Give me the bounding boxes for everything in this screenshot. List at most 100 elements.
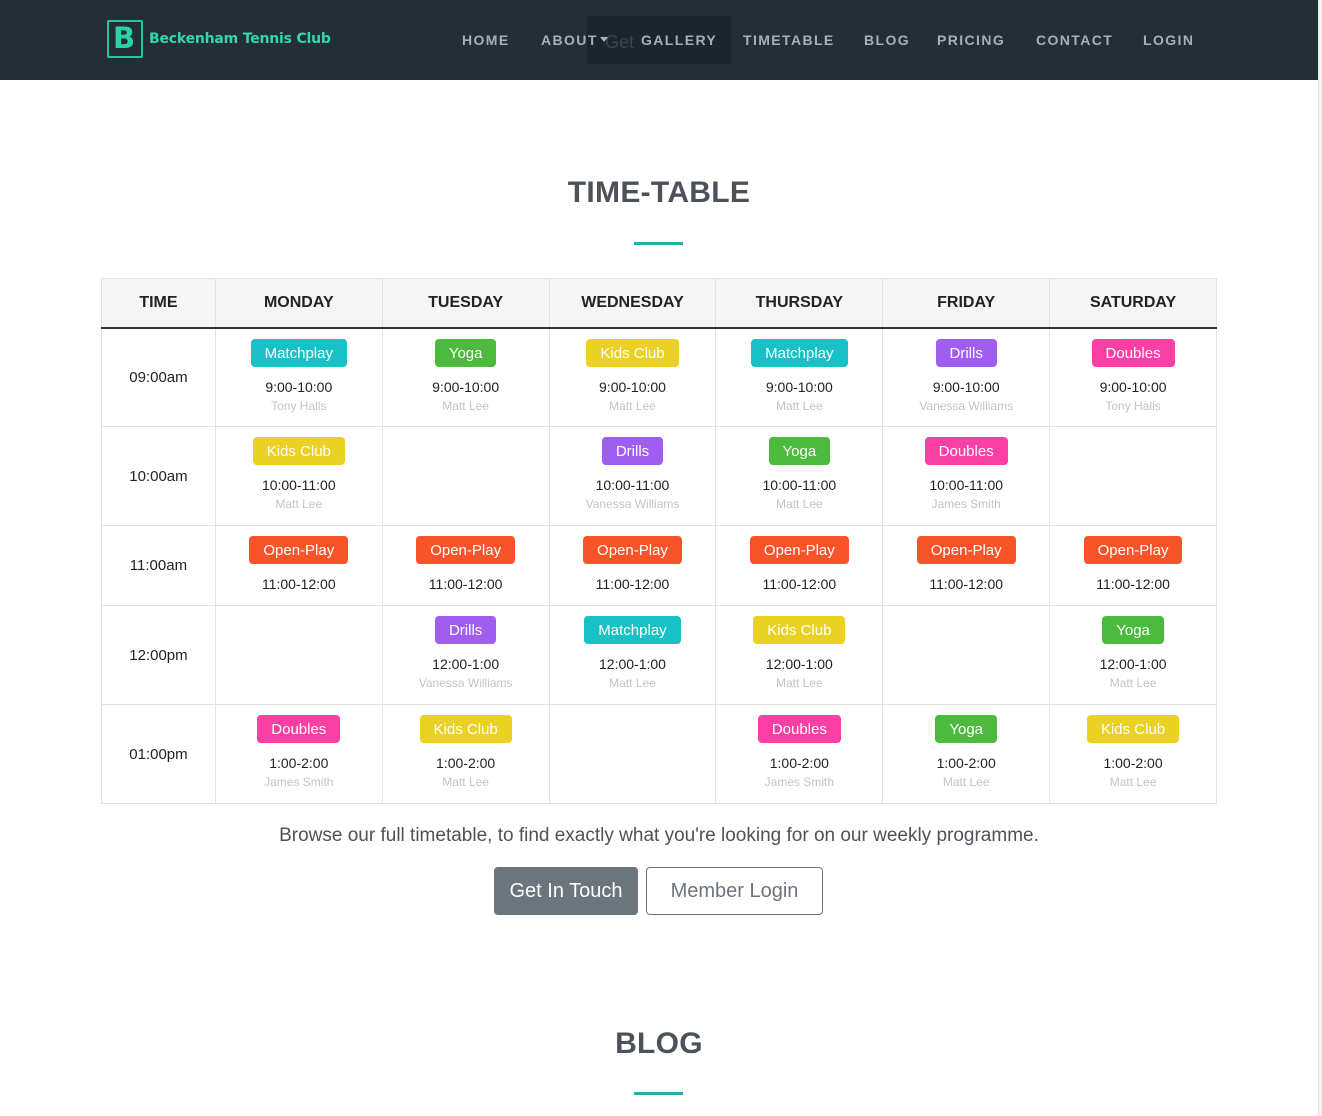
schedule-cell: Drills 9:00-10:00 Vanessa Williams: [882, 327, 1051, 427]
schedule-cell: Drills 10:00-11:00 Vanessa Williams: [548, 426, 717, 526]
class-badge[interactable]: Open-Play: [249, 536, 349, 564]
time-cell: 09:00am: [101, 327, 216, 427]
class-badge[interactable]: Yoga: [1102, 616, 1164, 644]
coach-name: Matt Lee: [1109, 676, 1157, 690]
logo-icon: B: [103, 18, 145, 60]
class-badge[interactable]: Open-Play: [1083, 536, 1183, 564]
brand-logo[interactable]: B Beckenham Tennis Club: [103, 18, 331, 60]
class-badge[interactable]: Matchplay: [250, 338, 347, 367]
time-slot: 10:00-11:00: [261, 477, 336, 493]
class-badge[interactable]: Kids Club: [252, 437, 345, 465]
coach-name: Matt Lee: [275, 497, 323, 511]
class-badge[interactable]: Kids Club: [1086, 715, 1180, 743]
class-badge[interactable]: Matchplay: [584, 616, 681, 644]
class-badge[interactable]: Drills: [434, 616, 497, 644]
class-badge[interactable]: Doubles: [757, 715, 841, 743]
class-badge[interactable]: Doubles: [1091, 338, 1175, 367]
class-entry: Doubles 1:00-2:00 James Smith: [716, 705, 882, 789]
coach-name: Matt Lee: [942, 775, 990, 789]
class-badge[interactable]: Yoga: [768, 437, 831, 465]
class-badge[interactable]: Doubles: [924, 437, 1008, 465]
class-badge[interactable]: Open-Play: [583, 536, 682, 564]
schedule-cell: Kids Club 12:00-1:00 Matt Lee: [715, 605, 884, 705]
time-slot: 11:00-12:00: [595, 576, 670, 592]
time-slot: 12:00-1:00: [1099, 656, 1167, 672]
class-badge[interactable]: Doubles: [257, 715, 341, 743]
coach-name: James Smith: [264, 775, 334, 789]
time-slot: 12:00-1:00: [599, 656, 666, 672]
schedule-cell: [548, 704, 717, 804]
class-badge[interactable]: Drills: [601, 437, 664, 465]
time-slot: 9:00-10:00: [599, 378, 666, 395]
schedule-cell: Doubles 10:00-11:00 James Smith: [882, 426, 1051, 526]
class-entry: Open-Play 11:00-12:00: [883, 526, 1049, 592]
nav-timetable[interactable]: TIMETABLE: [743, 32, 835, 48]
header-thursday: THURSDAY: [715, 278, 884, 329]
class-entry: Drills 9:00-10:00 Vanessa Williams: [883, 329, 1049, 413]
nav-about-label: ABOUT: [541, 32, 598, 48]
class-entry: Open-Play 11:00-12:00: [383, 526, 549, 592]
class-entry: Drills 10:00-11:00 Vanessa Williams: [550, 427, 716, 511]
class-badge[interactable]: Yoga: [434, 338, 497, 367]
time-slot: 9:00-10:00: [265, 378, 333, 395]
class-badge[interactable]: Drills: [935, 338, 997, 367]
schedule-cell: Matchplay 9:00-10:00 Matt Lee: [715, 327, 884, 427]
header-friday: FRIDAY: [882, 278, 1051, 329]
class-badge[interactable]: Open-Play: [749, 536, 849, 564]
scrollbar[interactable]: [1318, 0, 1322, 1116]
class-badge[interactable]: Open-Play: [916, 536, 1016, 564]
table-row: 09:00am Matchplay 9:00-10:00 Tony Halls Yoga…: [101, 327, 1217, 427]
blog-title-divider: [634, 1092, 683, 1095]
nav-pricing[interactable]: PRICING: [937, 32, 1005, 48]
class-entry: Yoga 9:00-10:00 Matt Lee: [383, 329, 549, 413]
time-cell: 01:00pm: [101, 704, 216, 804]
nav-gallery[interactable]: GALLERY: [641, 32, 717, 48]
nav-login[interactable]: LOGIN: [1143, 32, 1194, 48]
schedule-cell: Drills 12:00-1:00 Vanessa Williams: [381, 605, 550, 705]
time-slot: 11:00-12:00: [929, 576, 1004, 592]
time-slot: 1:00-2:00: [1103, 755, 1163, 771]
nav-about[interactable]: ABOUT: [541, 32, 608, 48]
class-entry: Yoga 10:00-11:00 Matt Lee: [716, 427, 882, 511]
class-badge[interactable]: Kids Club: [753, 616, 846, 644]
time-slot: 9:00-10:00: [1099, 378, 1167, 395]
table-row: 11:00am Open-Play 11:00-12:00 Open-Play 11:0…: [101, 525, 1217, 606]
nav-blog[interactable]: BLOG: [864, 32, 910, 48]
member-login-button[interactable]: Member Login: [646, 867, 823, 915]
nav-contact[interactable]: CONTACT: [1036, 32, 1113, 48]
time-slot: 10:00-11:00: [595, 477, 670, 493]
class-entry: Doubles 1:00-2:00 James Smith: [216, 705, 382, 789]
nav-ghost-label: Get: [605, 32, 635, 52]
schedule-cell: Matchplay 9:00-10:00 Tony Halls: [214, 327, 383, 427]
schedule-cell: Open-Play 11:00-12:00: [1049, 525, 1217, 606]
class-badge[interactable]: Kids Club: [419, 715, 512, 743]
schedule-cell: Open-Play 11:00-12:00: [882, 525, 1051, 606]
time-slot: 11:00-12:00: [762, 576, 837, 592]
coach-name: Matt Lee: [609, 676, 656, 690]
class-badge[interactable]: Yoga: [935, 715, 998, 743]
table-row: 10:00am Kids Club 10:00-11:00 Matt Lee Drill…: [101, 426, 1217, 526]
header-tuesday: TUESDAY: [381, 278, 550, 329]
schedule-cell: Open-Play 11:00-12:00: [548, 525, 717, 606]
class-entry: Doubles 10:00-11:00 James Smith: [883, 427, 1049, 511]
coach-name: Matt Lee: [1109, 775, 1157, 789]
class-entry: Kids Club 10:00-11:00 Matt Lee: [216, 427, 382, 511]
class-badge[interactable]: Kids Club: [586, 338, 679, 367]
schedule-cell: Open-Play 11:00-12:00: [381, 525, 550, 606]
class-entry: Open-Play 11:00-12:00: [716, 526, 882, 592]
page: B Beckenham Tennis Club Get HOME ABOUT G…: [0, 0, 1322, 1116]
nav-home[interactable]: HOME: [462, 32, 510, 48]
class-entry: Matchplay 9:00-10:00 Matt Lee: [716, 329, 882, 413]
coach-name: Tony Halls: [1105, 398, 1161, 413]
time-slot: 11:00-12:00: [428, 576, 503, 592]
coach-name: Vanessa Williams: [418, 676, 513, 690]
schedule-cell: Doubles 1:00-2:00 James Smith: [715, 704, 884, 804]
schedule-cell: [214, 605, 383, 705]
class-entry: Kids Club 12:00-1:00 Matt Lee: [716, 606, 882, 690]
header-time: TIME: [101, 278, 216, 329]
class-entry: Yoga 1:00-2:00 Matt Lee: [883, 705, 1049, 789]
class-badge[interactable]: Matchplay: [751, 338, 848, 367]
class-badge[interactable]: Open-Play: [416, 536, 516, 564]
coach-name: Vanessa Williams: [585, 497, 680, 511]
get-in-touch-button[interactable]: Get In Touch: [494, 867, 638, 915]
